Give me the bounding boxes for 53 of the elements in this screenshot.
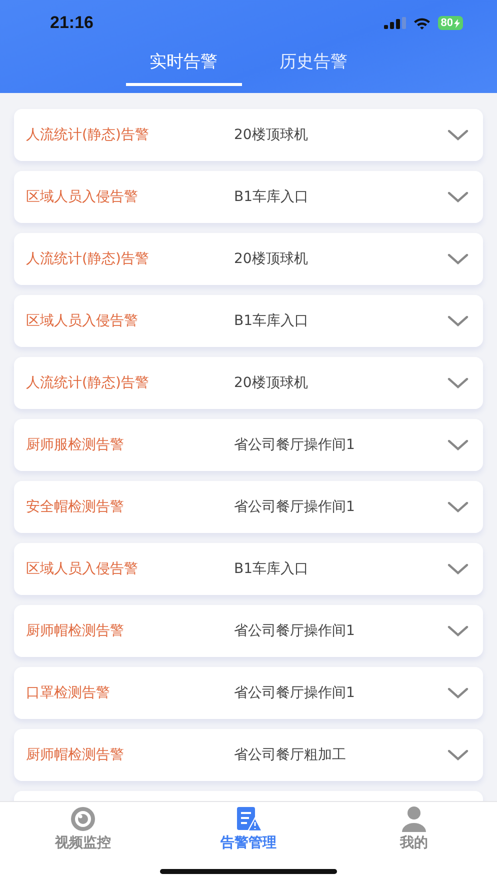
alert-location: B1车库入口	[234, 312, 310, 330]
chevron-icon[interactable]	[447, 625, 469, 637]
alert-card[interactable]: 厨师帽检测告警 省公司餐厅操作间1	[14, 605, 483, 657]
chevron-icon[interactable]	[447, 315, 469, 327]
battery-indicator: 80	[438, 16, 463, 30]
alert-card[interactable]: 人流统计(静态)告警 20楼顶球机	[14, 357, 483, 409]
alert-type: 厨师帽检测告警	[26, 622, 125, 640]
alert-card[interactable]: 厨师服检测告警 省公司餐厅操作间1	[14, 419, 483, 471]
alert-location: 省公司餐厅操作间1	[234, 436, 356, 454]
alert-card[interactable]: 厨师帽检测告警 省公司餐厅粗加工	[14, 729, 483, 781]
alert-type: 人流统计(静态)告警	[26, 250, 150, 268]
alert-location: B1车库入口	[234, 560, 310, 578]
tab[interactable]: 实时告警	[126, 50, 242, 86]
alert-type: 口罩检测告警	[26, 684, 111, 702]
alert-type: 人流统计(静态)告警	[26, 374, 150, 392]
alert-type: 厨师帽检测告警	[26, 746, 125, 764]
alert-type: 区域人员入侵告警	[26, 188, 139, 206]
alert-card[interactable]: 人流统计(静态)告警 20楼顶球机	[14, 109, 483, 161]
chevron-icon[interactable]	[447, 253, 469, 265]
alert-location: 20楼顶球机	[234, 374, 309, 392]
alert-card[interactable]: 区域人员入侵告警 B1车库入口	[14, 171, 483, 223]
alert-document-icon	[234, 806, 262, 832]
person-icon	[400, 806, 428, 832]
alert-location: 20楼顶球机	[234, 126, 309, 144]
chevron-icon[interactable]	[447, 563, 469, 575]
alert-location: 省公司餐厅操作间1	[234, 498, 356, 516]
alert-type: 厨师服检测告警	[26, 436, 125, 454]
chevron-icon[interactable]	[447, 687, 469, 699]
chevron-icon[interactable]	[447, 439, 469, 451]
alert-card[interactable]: 安全帽检测告警 省公司餐厅操作间1	[14, 481, 483, 533]
chevron-icon[interactable]	[447, 501, 469, 513]
nav-item[interactable]: 告警管理	[166, 802, 332, 854]
chevron-icon[interactable]	[447, 191, 469, 203]
alert-type: 区域人员入侵告警	[26, 312, 139, 330]
alert-type: 区域人员入侵告警	[26, 560, 139, 578]
alert-type: 人流统计(静态)告警	[26, 126, 150, 144]
camera-icon	[68, 806, 97, 832]
alert-card[interactable]: 口罩检测告警 省公司餐厅操作间1	[14, 667, 483, 719]
chevron-icon[interactable]	[447, 129, 469, 141]
alert-location: 省公司餐厅粗加工	[234, 746, 347, 764]
alert-location: B1车库入口	[234, 188, 310, 206]
chevron-icon[interactable]	[447, 749, 469, 761]
alert-location: 20楼顶球机	[234, 250, 309, 268]
status-time: 21:16	[50, 13, 94, 33]
chevron-icon[interactable]	[447, 377, 469, 389]
wifi-icon	[412, 16, 431, 30]
alert-location: 省公司餐厅操作间1	[234, 622, 356, 640]
alert-location: 省公司餐厅操作间1	[234, 684, 356, 702]
signal-icon	[384, 17, 406, 29]
alert-type: 安全帽检测告警	[26, 498, 125, 516]
alert-card[interactable]: 区域人员入侵告警 B1车库入口	[14, 543, 483, 595]
alert-card[interactable]: 人流统计(静态)告警 20楼顶球机	[14, 233, 483, 285]
alert-card[interactable]: 区域人员入侵告警 B1车库入口	[14, 295, 483, 347]
